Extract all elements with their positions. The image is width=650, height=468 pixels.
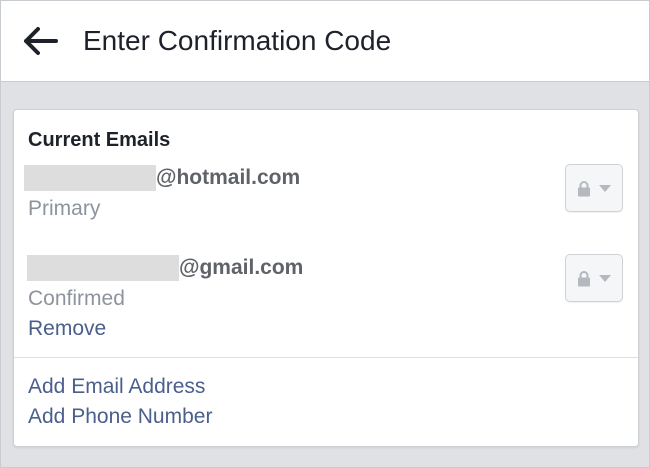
email-domain: @hotmail.com	[156, 166, 301, 189]
app-frame: Enter Confirmation Code Current Emails @…	[0, 0, 650, 468]
email-status-primary: Primary	[28, 197, 101, 220]
privacy-selector-button[interactable]	[565, 254, 623, 302]
redacted-username	[27, 255, 179, 281]
section-title: Current Emails	[28, 129, 171, 151]
caret-down-icon	[599, 274, 611, 282]
email-status-confirmed: Confirmed	[28, 287, 125, 310]
add-phone-link[interactable]: Add Phone Number	[28, 404, 212, 430]
top-header: Enter Confirmation Code	[1, 1, 649, 82]
email-domain: @gmail.com	[179, 256, 304, 279]
arrow-left-icon	[24, 27, 58, 55]
divider	[14, 357, 638, 358]
email-address-primary: @hotmail.com	[24, 163, 300, 193]
page-title: Enter Confirmation Code	[83, 25, 392, 56]
redacted-username	[24, 165, 156, 191]
remove-email-link[interactable]: Remove	[28, 316, 106, 342]
lock-icon	[578, 180, 590, 196]
privacy-selector-button[interactable]	[565, 164, 623, 212]
lock-icon	[578, 270, 590, 286]
back-button[interactable]	[15, 21, 65, 61]
caret-down-icon	[599, 184, 611, 192]
add-email-link[interactable]: Add Email Address	[28, 374, 205, 400]
emails-card: Current Emails @hotmail.com Primary @gma…	[13, 109, 639, 447]
email-address-secondary: @gmail.com	[27, 253, 303, 283]
